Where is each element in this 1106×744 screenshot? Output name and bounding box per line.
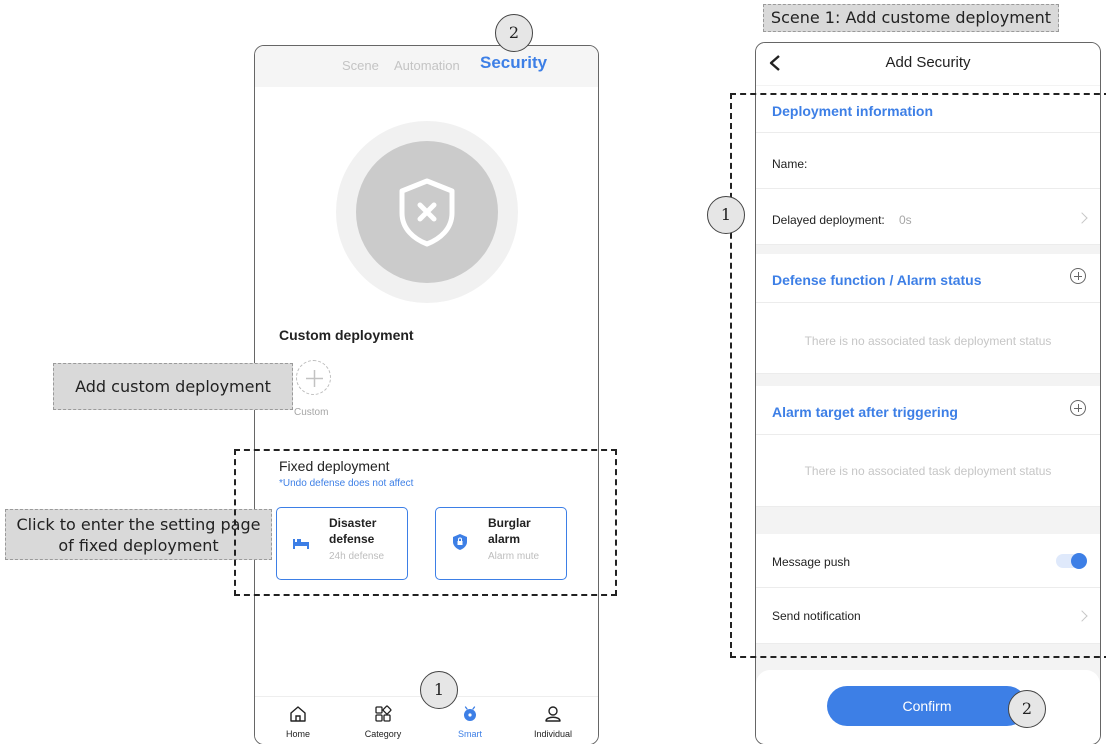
tabbar-home[interactable]: Home <box>263 705 333 739</box>
step-badge-confirm: 2 <box>1008 690 1046 728</box>
person-icon <box>545 706 561 722</box>
shield-x-icon <box>399 178 455 247</box>
scene-title: Scene 1: Add custome deployment <box>763 4 1059 32</box>
tabbar-category[interactable]: Category <box>348 705 418 739</box>
confirm-button[interactable]: Confirm <box>827 686 1027 726</box>
tabbar-individual[interactable]: Individual <box>518 705 588 739</box>
custom-deployment-title: Custom deployment <box>279 327 414 343</box>
deployment-settings-highlight <box>730 93 1106 658</box>
category-icon <box>375 705 392 722</box>
callout-click-fixed-line2: of fixed deployment <box>58 536 219 555</box>
nav-title: Add Security <box>885 54 971 71</box>
top-tab-bar: Scene Automation Security <box>255 46 598 87</box>
tab-automation[interactable]: Automation <box>394 58 460 73</box>
tab-scene[interactable]: Scene <box>342 58 379 73</box>
callout-click-fixed-line1: Click to enter the setting page <box>16 515 261 534</box>
smart-icon <box>464 706 476 721</box>
tabbar-category-label: Category <box>364 729 402 739</box>
callout-add-custom: Add custom deployment <box>53 363 293 410</box>
fixed-deployment-highlight <box>234 449 617 596</box>
callout-click-fixed: Click to enter the setting page of fixed… <box>5 509 272 560</box>
nav-bar: Add Security <box>756 43 1100 85</box>
smart-phone-screen: Scene Automation Security Custom deploym… <box>254 45 599 744</box>
add-custom-button[interactable] <box>296 360 331 395</box>
custom-label: Custom <box>294 407 329 418</box>
tabbar-smart-label: Smart <box>457 729 482 739</box>
home-icon <box>290 706 306 722</box>
plus-icon <box>306 370 323 387</box>
step-badge-info: 1 <box>707 196 745 234</box>
step-badge-security: 2 <box>495 14 533 52</box>
tabbar-individual-label: Individual <box>533 729 573 739</box>
tab-security[interactable]: Security <box>480 53 547 73</box>
step-badge-smart: 1 <box>420 671 458 709</box>
security-status-indicator <box>336 121 518 303</box>
tabbar-home-label: Home <box>285 729 310 739</box>
